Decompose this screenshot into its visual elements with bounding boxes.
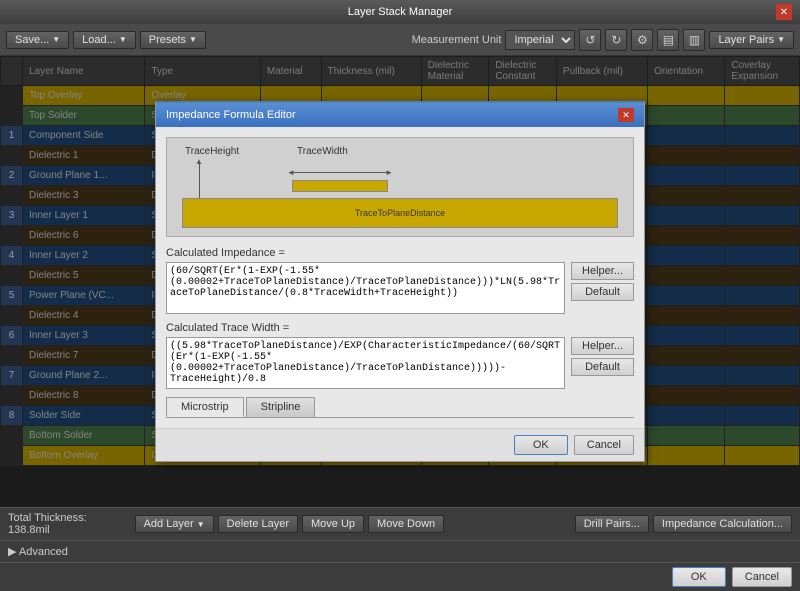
tab-microstrip[interactable]: Microstrip	[166, 397, 244, 417]
trace-width-formula-label: Calculated Trace Width =	[166, 322, 634, 334]
presets-button[interactable]: Presets ▼	[140, 31, 206, 49]
total-thickness-label: Total Thickness: 138.8mil	[8, 512, 131, 536]
trace-height-label: TraceHeight	[185, 146, 239, 157]
load-button[interactable]: Load... ▼	[73, 31, 136, 49]
dialog-tabs: Microstrip Stripline	[166, 397, 634, 418]
dialog-title-text: Impedance Formula Editor	[166, 109, 296, 121]
save-button[interactable]: Save... ▼	[6, 31, 69, 49]
layer-pairs-button[interactable]: Layer Pairs ▼	[709, 31, 794, 49]
dialog-footer: OK Cancel	[156, 428, 644, 461]
impedance-calculation-button[interactable]: Impedance Calculation...	[653, 515, 792, 533]
window-close-button[interactable]: ✕	[776, 4, 792, 20]
tpd-label: TraceToPlaneDistance	[355, 208, 445, 218]
impedance-formula-label: Calculated Impedance =	[166, 247, 634, 259]
impedance-formula-input[interactable]: (60/SQRT(Er*(1-EXP(-1.55*(0.00002+TraceT…	[166, 262, 565, 314]
move-up-button[interactable]: Move Up	[302, 515, 364, 533]
layer-pairs-arrow: ▼	[777, 35, 785, 44]
window-title: Layer Stack Manager	[24, 6, 776, 18]
icon-btn-5[interactable]: ▥	[683, 29, 705, 51]
bottom-action-bar: Total Thickness: 138.8mil Add Layer ▼ De…	[0, 507, 800, 540]
dialog-ok-button[interactable]: OK	[514, 435, 568, 455]
impedance-formula-dialog: Impedance Formula Editor ✕ TraceHeight T…	[155, 101, 645, 462]
tab-stripline[interactable]: Stripline	[246, 397, 316, 417]
delete-layer-button[interactable]: Delete Layer	[218, 515, 298, 533]
move-down-button[interactable]: Move Down	[368, 515, 444, 533]
dialog-overlay: Impedance Formula Editor ✕ TraceHeight T…	[0, 56, 800, 507]
dialog-cancel-button[interactable]: Cancel	[574, 435, 634, 455]
main-ok-button[interactable]: OK	[672, 567, 726, 587]
main-cancel-button[interactable]: Cancel	[732, 567, 792, 587]
trace-width-default-button[interactable]: Default	[571, 358, 634, 376]
impedance-helper-button[interactable]: Helper...	[571, 262, 634, 280]
add-layer-arrow: ▼	[197, 520, 205, 529]
trace-width-helper-button[interactable]: Helper...	[571, 337, 634, 355]
save-dropdown-arrow: ▼	[52, 35, 60, 44]
title-bar: Layer Stack Manager ✕	[0, 0, 800, 24]
main-toolbar: Save... ▼ Load... ▼ Presets ▼ Measuremen…	[0, 24, 800, 56]
advanced-section: ▶ Advanced	[0, 540, 800, 562]
redo-button[interactable]: ↻	[605, 29, 627, 51]
trace-width-label: TraceWidth	[297, 146, 348, 157]
main-footer: OK Cancel	[0, 562, 800, 591]
advanced-label[interactable]: ▶ Advanced	[8, 545, 68, 558]
dialog-body: TraceHeight TraceWidth ▲ ▼ ◄ ►	[156, 127, 644, 428]
trace-width-formula-section: Calculated Trace Width = ((5.98*TraceToP…	[166, 322, 634, 389]
icon-btn-3[interactable]: ⚙	[631, 29, 653, 51]
trace-width-formula-input[interactable]: ((5.98*TraceToPlaneDistance)/EXP(Charact…	[166, 337, 565, 389]
impedance-default-button[interactable]: Default	[571, 283, 634, 301]
measurement-unit-select[interactable]: Imperial Metric	[505, 30, 575, 50]
load-dropdown-arrow: ▼	[119, 35, 127, 44]
dialog-close-button[interactable]: ✕	[618, 108, 634, 122]
undo-button[interactable]: ↺	[579, 29, 601, 51]
presets-dropdown-arrow: ▼	[189, 35, 197, 44]
dialog-title-bar: Impedance Formula Editor ✕	[156, 103, 644, 127]
icon-btn-4[interactable]: ▤	[657, 29, 679, 51]
impedance-diagram: TraceHeight TraceWidth ▲ ▼ ◄ ►	[166, 137, 634, 237]
drill-pairs-button[interactable]: Drill Pairs...	[575, 515, 649, 533]
measurement-unit-label: Measurement Unit	[412, 34, 502, 46]
add-layer-button[interactable]: Add Layer ▼	[135, 515, 214, 533]
impedance-formula-section: Calculated Impedance = (60/SQRT(Er*(1-EX…	[166, 247, 634, 314]
